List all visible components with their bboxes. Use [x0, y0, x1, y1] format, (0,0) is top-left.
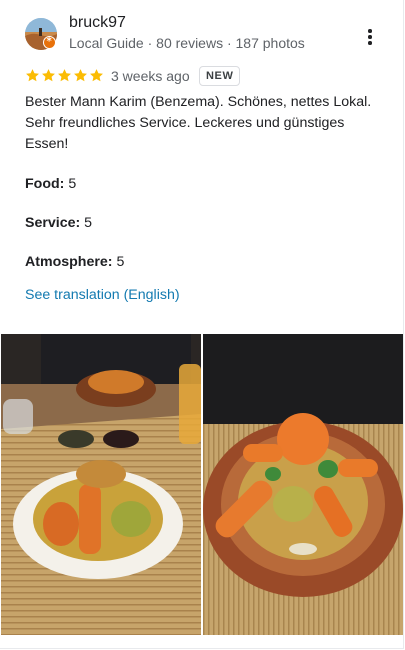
- star-icon: [90, 69, 103, 82]
- attribute-label: Service:: [25, 215, 81, 231]
- attribute-label: Food:: [25, 176, 65, 192]
- reviewer-meta[interactable]: Local Guide · 80 reviews · 187 photos: [69, 35, 305, 51]
- attribute-food: Food: 5: [25, 176, 76, 192]
- attribute-value: 5: [84, 215, 93, 231]
- reviewer-name[interactable]: bruck97: [69, 14, 126, 32]
- review-card: bruck97 Local Guide · 80 reviews · 187 p…: [0, 0, 404, 649]
- local-guide-badge-icon: [43, 36, 56, 49]
- review-photo-1[interactable]: [1, 334, 201, 635]
- new-badge: NEW: [199, 66, 241, 86]
- attribute-atmosphere: Atmosphere: 5: [25, 254, 124, 270]
- review-text: Bester Mann Karim (Benzema). Schönes, ne…: [25, 94, 372, 152]
- attribute-service: Service: 5: [25, 215, 92, 231]
- star-icon: [26, 69, 39, 82]
- star-rating: [25, 68, 104, 83]
- star-icon: [74, 69, 87, 82]
- attribute-value: 5: [68, 176, 77, 192]
- attribute-value: 5: [116, 254, 125, 270]
- review-photo-2[interactable]: [203, 334, 403, 635]
- review-time: 3 weeks ago: [111, 68, 190, 84]
- star-icon: [58, 69, 71, 82]
- more-vert-icon[interactable]: [360, 28, 380, 46]
- attribute-label: Atmosphere:: [25, 254, 113, 270]
- star-icon: [42, 69, 55, 82]
- see-translation-link[interactable]: See translation (English): [25, 287, 180, 303]
